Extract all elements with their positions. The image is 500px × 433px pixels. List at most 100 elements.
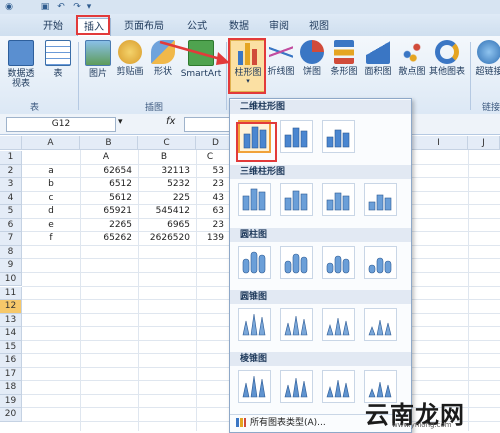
chart-type-cone-2[interactable] [280, 308, 313, 341]
formula-input[interactable] [184, 117, 231, 132]
row-header[interactable]: 20 [0, 408, 22, 422]
redo-icon[interactable]: ↷ [72, 2, 82, 12]
row-header[interactable]: 5 [0, 205, 22, 219]
cell[interactable]: A [80, 151, 138, 165]
column-header[interactable]: J [468, 136, 500, 150]
cell[interactable] [22, 151, 80, 165]
qat-dropdown-icon[interactable]: ▾ [84, 2, 94, 12]
column-header[interactable]: I [410, 136, 468, 150]
row-header[interactable]: 4 [0, 191, 22, 206]
cell[interactable]: B [138, 151, 196, 165]
row-header[interactable]: 12 [0, 300, 22, 314]
cell[interactable]: 2626520 [138, 232, 196, 246]
chart-type-3dcol-1[interactable] [238, 183, 271, 216]
chart-type-3dcol-3[interactable] [322, 183, 355, 216]
column-header[interactable]: C [138, 136, 196, 150]
cell[interactable]: 23 [196, 178, 230, 192]
row-header[interactable]: 19 [0, 394, 22, 409]
tab-review[interactable]: 审阅 [262, 18, 296, 36]
all-chart-types-label: 所有图表类型(A)... [250, 418, 326, 428]
name-box-dropdown-icon[interactable]: ▾ [118, 117, 123, 127]
cell[interactable]: 6512 [80, 178, 138, 192]
cell[interactable]: 23 [196, 219, 230, 233]
save-icon[interactable]: ▣ [40, 2, 50, 12]
fx-icon[interactable]: fx [166, 116, 175, 127]
column-header[interactable]: A [22, 136, 80, 150]
cell[interactable]: c [22, 192, 80, 206]
row-header[interactable]: 1 [0, 151, 22, 165]
cell[interactable]: 62654 [80, 165, 138, 179]
row-header[interactable]: 10 [0, 272, 22, 287]
chart-type-cone-3[interactable] [322, 308, 355, 341]
row-header[interactable]: 9 [0, 259, 22, 273]
row-header[interactable]: 14 [0, 327, 22, 341]
chart-type-cyl-3[interactable] [322, 246, 355, 279]
chart-type-cyl-2[interactable] [280, 246, 313, 279]
cell[interactable]: f [22, 232, 80, 246]
cell[interactable]: b [22, 178, 80, 192]
clipart-button[interactable]: 剪贴画 [114, 40, 146, 77]
row-header[interactable]: 3 [0, 178, 22, 192]
cell[interactable]: 32113 [138, 165, 196, 179]
chart-type-col-3[interactable] [322, 120, 355, 153]
row-header[interactable]: 2 [0, 164, 22, 179]
chart-type-cyl-4[interactable] [364, 246, 397, 279]
row-header[interactable]: 7 [0, 232, 22, 246]
area-chart-button[interactable]: 面积图 [362, 40, 394, 77]
name-box[interactable]: G12 [6, 117, 116, 132]
cell[interactable]: a [22, 165, 80, 179]
cell[interactable]: 2265 [80, 219, 138, 233]
office-logo-icon[interactable]: ◉ [4, 2, 14, 12]
chart-type-cone-1[interactable] [238, 308, 271, 341]
tab-view[interactable]: 视图 [302, 18, 336, 36]
bar-chart-button[interactable]: 条形图 [328, 40, 360, 77]
chart-type-pyr-2[interactable] [280, 370, 313, 403]
row-header[interactable]: 18 [0, 381, 22, 395]
cell[interactable]: 5612 [80, 192, 138, 206]
chart-type-3dcol-2[interactable] [280, 183, 313, 216]
chart-type-3dcol-4[interactable] [364, 183, 397, 216]
line-chart-button[interactable]: 折线图 [266, 40, 296, 77]
table-button[interactable]: 表 [44, 40, 72, 79]
cell[interactable]: 545412 [138, 205, 196, 219]
cell[interactable]: 43 [196, 192, 230, 206]
scatter-chart-button[interactable]: 散点图 [396, 40, 428, 77]
chart-thumbnail-icon [284, 127, 308, 148]
select-all-corner[interactable] [0, 136, 22, 150]
cell[interactable]: C [196, 151, 230, 165]
row-header[interactable]: 11 [0, 286, 22, 300]
tab-data[interactable]: 数据 [222, 18, 256, 36]
cell[interactable]: 65921 [80, 205, 138, 219]
chart-type-pyr-3[interactable] [322, 370, 355, 403]
title-bar: ◉ ▣ ↶ ↷ ▾ [0, 0, 500, 15]
pivot-table-button[interactable]: 数据透视表 [4, 40, 38, 89]
row-header[interactable]: 8 [0, 245, 22, 260]
cell[interactable]: 225 [138, 192, 196, 206]
row-header[interactable]: 6 [0, 218, 22, 233]
cell[interactable]: 139 [196, 232, 230, 246]
chart-type-pyr-1[interactable] [238, 370, 271, 403]
tab-home[interactable]: 开始 [36, 18, 70, 36]
chart-type-cyl-1[interactable] [238, 246, 271, 279]
chart-type-col-2[interactable] [280, 120, 313, 153]
undo-icon[interactable]: ↶ [56, 2, 66, 12]
chart-type-cone-4[interactable] [364, 308, 397, 341]
cell[interactable]: 5232 [138, 178, 196, 192]
cell[interactable]: 63 [196, 205, 230, 219]
other-charts-button[interactable]: 其他图表 [428, 40, 466, 77]
pie-chart-button[interactable]: 饼图 [298, 40, 326, 77]
row-header[interactable]: 17 [0, 367, 22, 382]
row-header[interactable]: 15 [0, 340, 22, 355]
cell[interactable]: 6965 [138, 219, 196, 233]
row-header[interactable]: 13 [0, 313, 22, 328]
hyperlink-button[interactable]: 超链接 [474, 40, 500, 77]
cell[interactable]: d [22, 205, 80, 219]
cell[interactable]: 53 [196, 165, 230, 179]
column-header[interactable]: B [80, 136, 138, 150]
cell[interactable]: e [22, 219, 80, 233]
row-header[interactable]: 16 [0, 354, 22, 368]
tab-formulas[interactable]: 公式 [180, 18, 214, 36]
cell[interactable]: 65262 [80, 232, 138, 246]
picture-button[interactable]: 图片 [84, 40, 112, 79]
tab-page-layout[interactable]: 页面布局 [116, 18, 172, 36]
